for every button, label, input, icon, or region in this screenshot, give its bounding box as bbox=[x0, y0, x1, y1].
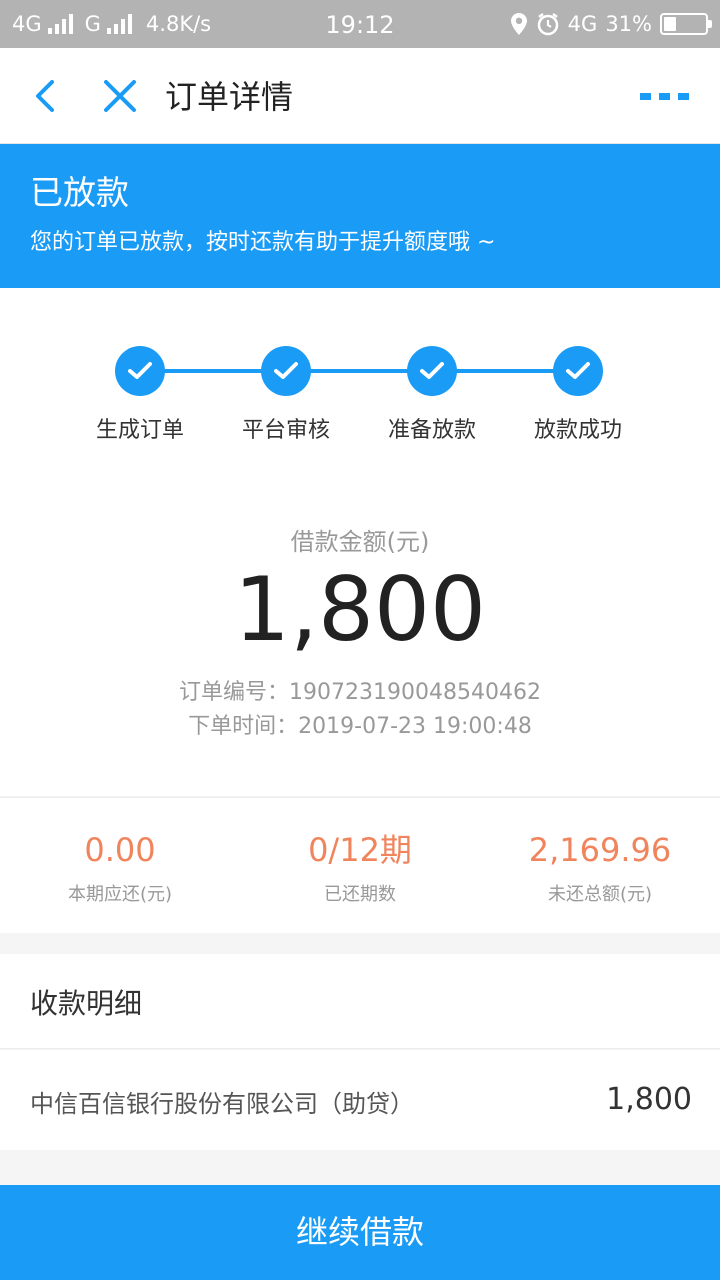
loan-amount-label: 借款金额(元) bbox=[290, 528, 430, 556]
continue-borrow-button[interactable]: 继续借款 bbox=[0, 1185, 720, 1280]
step-create-order: 生成订单 bbox=[65, 346, 215, 444]
payout-amount: 1,800 bbox=[606, 1082, 692, 1117]
order-time: 下单时间：2019-07-23 19:00:48 bbox=[188, 714, 532, 739]
repaid-periods-value: 0/12期 bbox=[308, 831, 412, 869]
check-icon bbox=[553, 346, 603, 396]
repayment-summary: 0.00 本期应还(元) 0/12期 已还期数 2,169.96 未还总额(元) bbox=[0, 797, 720, 933]
status-right: 4G 31% bbox=[510, 0, 712, 48]
payout-header: 收款明细 bbox=[0, 954, 720, 1049]
status-bar: 4G G 4.8K/s 19:12 4G 31% bbox=[0, 0, 720, 48]
close-icon[interactable] bbox=[100, 76, 140, 116]
outstanding-total-label: 未还总额(元) bbox=[547, 884, 653, 905]
step-prepare-payout: 准备放款 bbox=[357, 346, 507, 444]
outstanding-total: 2,169.96 未还总额(元) bbox=[480, 830, 720, 906]
current-due-value: 0.00 bbox=[84, 831, 156, 869]
step-platform-review: 平台审核 bbox=[211, 346, 361, 444]
alarm-icon bbox=[537, 13, 558, 36]
order-number: 订单编号：190723190048540462 bbox=[179, 680, 541, 705]
repaid-periods: 0/12期 已还期数 bbox=[240, 830, 480, 906]
more-icon[interactable] bbox=[640, 88, 690, 104]
step-label: 生成订单 bbox=[95, 418, 184, 443]
location-icon bbox=[510, 13, 527, 35]
payout-row: 中信百信银行股份有限公司（助贷） 1,800 bbox=[0, 1050, 720, 1150]
nav-bar: 订单详情 bbox=[0, 48, 720, 144]
step-label: 平台审核 bbox=[241, 418, 330, 443]
network-label-3: 4G bbox=[567, 12, 598, 36]
payout-recipient: 中信百信银行股份有限公司（助贷） bbox=[30, 1090, 414, 1118]
check-icon bbox=[115, 346, 165, 396]
status-banner: 已放款 您的订单已放款，按时还款有助于提升额度哦 ~ bbox=[0, 144, 720, 288]
loan-amount-value: 1,800 bbox=[234, 558, 486, 661]
order-card: 生成订单 平台审核 准备放款 放款成功 借款金额(元) 1,800 订单编号：1… bbox=[0, 288, 720, 796]
step-label: 准备放款 bbox=[387, 418, 476, 443]
step-label: 放款成功 bbox=[533, 418, 622, 443]
check-icon bbox=[261, 346, 311, 396]
battery-percent: 31% bbox=[605, 12, 652, 36]
check-icon bbox=[407, 346, 457, 396]
back-arrow-icon[interactable] bbox=[26, 76, 66, 116]
step-payout-success: 放款成功 bbox=[503, 346, 653, 444]
repaid-periods-label: 已还期数 bbox=[324, 884, 396, 905]
banner-title: 已放款 bbox=[30, 173, 129, 212]
outstanding-total-value: 2,169.96 bbox=[528, 831, 672, 869]
payout-title: 收款明细 bbox=[30, 987, 143, 1020]
page-title: 订单详情 bbox=[165, 78, 294, 116]
banner-subtitle: 您的订单已放款，按时还款有助于提升额度哦 ~ bbox=[30, 230, 496, 255]
current-due: 0.00 本期应还(元) bbox=[0, 830, 240, 906]
current-due-label: 本期应还(元) bbox=[67, 884, 173, 905]
battery-icon bbox=[660, 13, 712, 35]
